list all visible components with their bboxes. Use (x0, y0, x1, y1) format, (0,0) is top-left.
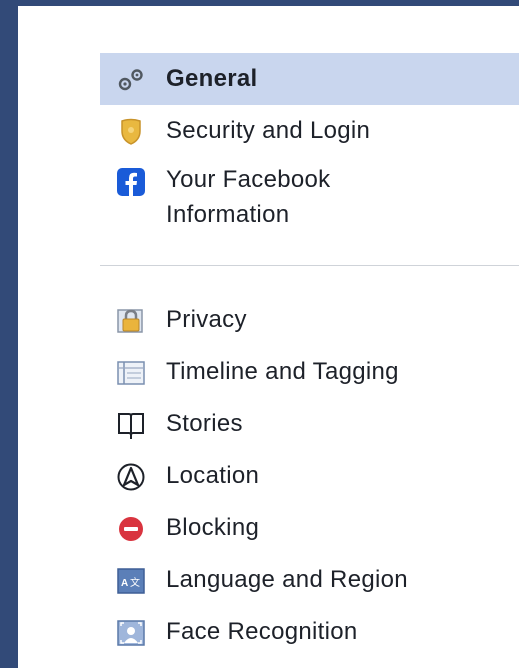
menu-item-security[interactable]: Security and Login (100, 105, 519, 157)
settings-panel: General Security and Login Your Facebook… (18, 6, 519, 668)
menu-item-label: General (166, 65, 258, 92)
menu-item-label: Location (166, 462, 260, 489)
menu-divider (100, 265, 519, 266)
menu-item-label: Face Recognition (166, 618, 358, 645)
face-frame-icon (116, 618, 146, 648)
shield-badge-icon (116, 117, 146, 147)
menu-item-location[interactable]: Location (100, 450, 519, 502)
location-arrow-icon (116, 462, 146, 492)
menu-item-label: Language and Region (166, 566, 408, 593)
padlock-icon (116, 306, 146, 336)
menu-item-label: Stories (166, 410, 243, 437)
no-entry-icon (116, 514, 146, 544)
svg-text:文: 文 (130, 576, 140, 589)
translate-icon: A 文 (116, 566, 146, 596)
settings-menu: General Security and Login Your Facebook… (100, 53, 519, 658)
menu-item-blocking[interactable]: Blocking (100, 502, 519, 554)
menu-item-face-recognition[interactable]: Face Recognition (100, 606, 519, 658)
facebook-icon (116, 167, 146, 197)
menu-item-stories[interactable]: Stories (100, 398, 519, 450)
menu-item-label: Security and Login (166, 117, 371, 144)
svg-text:A: A (121, 578, 129, 589)
menu-item-timeline-and-tagging[interactable]: Timeline and Tagging (100, 346, 519, 398)
menu-item-privacy[interactable]: Privacy (100, 294, 519, 346)
timeline-icon (116, 358, 146, 388)
menu-item-language-and-region[interactable]: A 文 Language and Region (100, 554, 519, 606)
menu-item-label: Blocking (166, 514, 260, 541)
menu-item-label: Your Facebook Information (166, 166, 331, 228)
menu-item-label: Privacy (166, 306, 247, 333)
book-icon (116, 410, 146, 440)
gears-icon (116, 65, 146, 95)
menu-item-your-facebook-information[interactable]: Your Facebook Information (100, 157, 519, 245)
menu-item-label: Timeline and Tagging (166, 358, 399, 385)
menu-item-general[interactable]: General (100, 53, 519, 105)
